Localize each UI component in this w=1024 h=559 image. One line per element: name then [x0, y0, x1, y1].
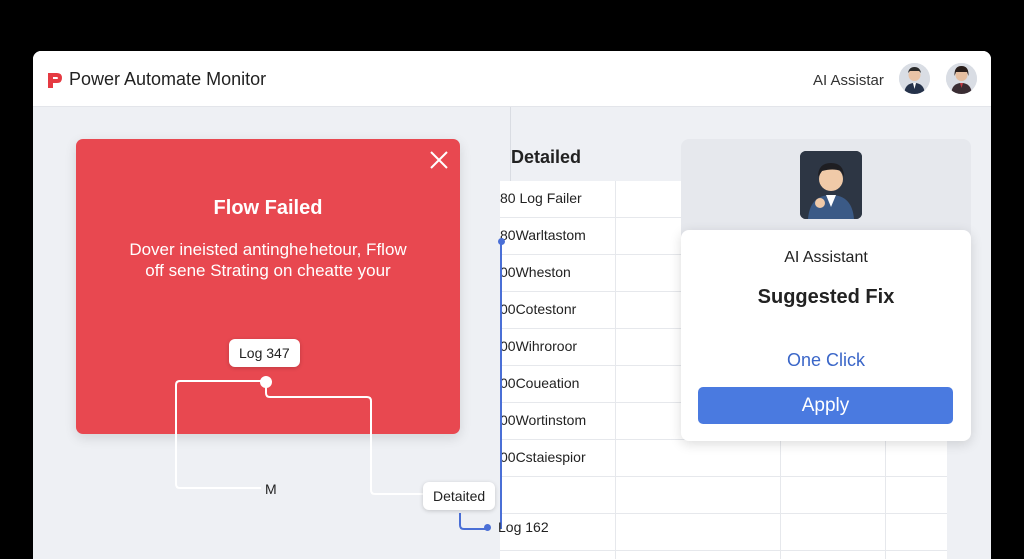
ai-assistant-card: AI Assistant Suggested Fix One Click App… — [681, 230, 971, 441]
log-row-text: 00Cstaiespior — [500, 449, 586, 465]
log-row-text: 00Wheston — [500, 264, 571, 280]
detail-node[interactable]: Detaited — [423, 482, 496, 510]
power-automate-logo-icon — [48, 73, 62, 88]
user-avatar[interactable] — [899, 63, 930, 94]
app-window: Power Automate Monitor AI Assistar Flow … — [33, 51, 991, 559]
flow-failed-card: Flow Failed Dover ineisted antinghe heto… — [76, 139, 460, 434]
log-row-text: 00Cotestonr — [500, 301, 577, 317]
ai-assistant-avatar — [800, 151, 862, 219]
m-node-label: M — [265, 481, 277, 497]
user-avatar-2[interactable] — [946, 63, 977, 94]
one-click-link[interactable]: One Click — [681, 350, 971, 371]
error-message: Dover ineisted antinghe hetour, Fflow of… — [76, 239, 460, 281]
log-row — [500, 477, 947, 514]
error-message-line-2: off sene Strating on cheatte your — [145, 261, 391, 280]
ai-assistant-link[interactable]: AI Assistar — [813, 72, 884, 89]
top-bar: Power Automate Monitor AI Assistar — [33, 51, 991, 107]
log-row-text: 80Warltastom — [500, 227, 586, 243]
person-icon — [899, 63, 930, 94]
close-icon[interactable] — [428, 149, 450, 171]
log-row[interactable]: 00Cstaiespior — [500, 440, 947, 477]
error-title: Flow Failed — [213, 197, 323, 219]
timeline-dot — [498, 238, 505, 245]
log-row-text: 00Wortinstom — [500, 412, 587, 428]
app-title: Power Automate Monitor — [69, 69, 267, 89]
ai-card-title: AI Assistant — [784, 249, 868, 266]
error-message-line-1: Dover ineisted antinghe hetour, Fflow — [129, 240, 407, 259]
log-row-text: 00Coueation — [500, 375, 580, 391]
timeline-line — [500, 241, 502, 529]
person-icon — [946, 63, 977, 94]
apply-button[interactable]: Apply — [698, 387, 953, 424]
log-row-text: 00Wihroroor — [500, 338, 578, 354]
timeline-dot — [484, 524, 491, 531]
log-347-node[interactable]: Log 347 — [229, 339, 300, 367]
suggested-fix-heading: Suggested Fix — [757, 286, 895, 308]
log-162-label: Log 162 — [498, 519, 549, 535]
log-row-text: 80 Log Failer — [500, 190, 582, 206]
assistant-person-icon — [800, 151, 862, 219]
log-row — [500, 514, 947, 551]
detailed-heading: Detailed — [511, 147, 582, 167]
